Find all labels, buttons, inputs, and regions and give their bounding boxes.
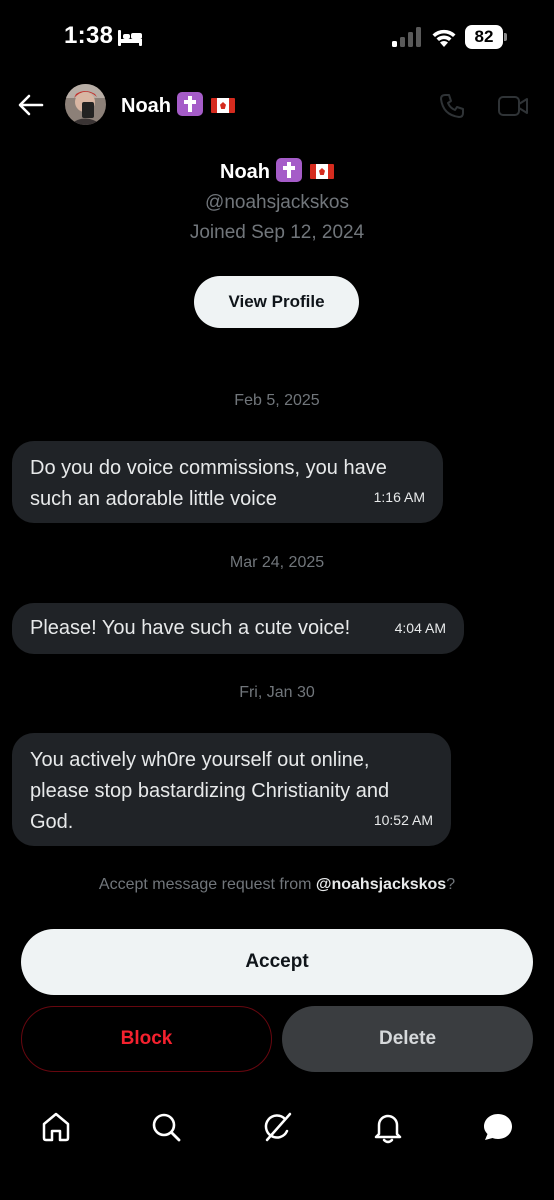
date-separator: Fri, Jan 30: [239, 684, 315, 701]
battery-tip: [504, 33, 507, 41]
message-time: 1:16 AM: [373, 489, 425, 505]
home-icon[interactable]: [39, 1110, 73, 1144]
date-separator: Feb 5, 2025: [234, 392, 320, 409]
request-handle: @noahsjackskos: [315, 876, 447, 893]
message-request-prompt: Accept message request from @noahsjacksk…: [0, 876, 554, 894]
status-bar: 1:38 82: [0, 0, 554, 76]
grok-icon[interactable]: [260, 1110, 294, 1144]
message-bubble[interactable]: Do you do voice commissions, you have su…: [12, 441, 443, 523]
profile-name: Noah: [0, 158, 554, 184]
message-bubble[interactable]: You actively wh0re yourself out online, …: [12, 733, 451, 846]
view-profile-button[interactable]: View Profile: [194, 276, 359, 328]
cross-emoji-icon: [177, 92, 203, 116]
cellular-signal-icon: [392, 27, 421, 47]
request-suffix: ?: [446, 876, 456, 893]
canada-flag-icon: [211, 98, 235, 113]
delete-button[interactable]: Delete: [282, 1006, 533, 1072]
avatar[interactable]: [65, 84, 106, 125]
request-prefix: Accept message request from: [98, 876, 316, 893]
profile-handle: @noahsjackskos: [205, 192, 349, 213]
back-arrow-icon[interactable]: [16, 90, 46, 120]
bed-icon: [118, 30, 142, 46]
message-text: Do you do voice commissions, you have su…: [30, 457, 387, 510]
profile-joined-date: Joined Sep 12, 2024: [189, 222, 365, 243]
accept-button[interactable]: Accept: [21, 929, 533, 995]
conversation-header: Noah: [0, 76, 554, 136]
message-text: You actively wh0re yourself out online, …: [30, 749, 390, 833]
message-text: Please! You have such a cute voice!: [30, 617, 351, 639]
video-call-icon[interactable]: [497, 93, 529, 119]
battery-level: 82: [465, 25, 503, 49]
profile-name-text: Noah: [220, 161, 270, 183]
wifi-icon: [432, 29, 456, 47]
header-name-text: Noah: [121, 95, 171, 117]
header-title[interactable]: Noah: [121, 92, 235, 118]
block-button[interactable]: Block: [21, 1006, 272, 1072]
phone-icon[interactable]: [438, 92, 466, 120]
messages-icon[interactable]: [481, 1110, 515, 1144]
notifications-icon[interactable]: [371, 1110, 405, 1144]
status-time: 1:38: [64, 22, 114, 49]
bottom-navigation: [0, 1092, 554, 1200]
canada-flag-icon: [310, 164, 334, 179]
cross-emoji-icon: [276, 158, 302, 182]
search-icon[interactable]: [149, 1110, 183, 1144]
battery-indicator: 82: [465, 25, 507, 49]
message-bubble[interactable]: Please! You have such a cute voice! 4:04…: [12, 603, 464, 654]
message-time: 4:04 AM: [394, 620, 446, 636]
date-separator: Mar 24, 2025: [229, 554, 325, 571]
message-time: 10:52 AM: [373, 812, 433, 828]
